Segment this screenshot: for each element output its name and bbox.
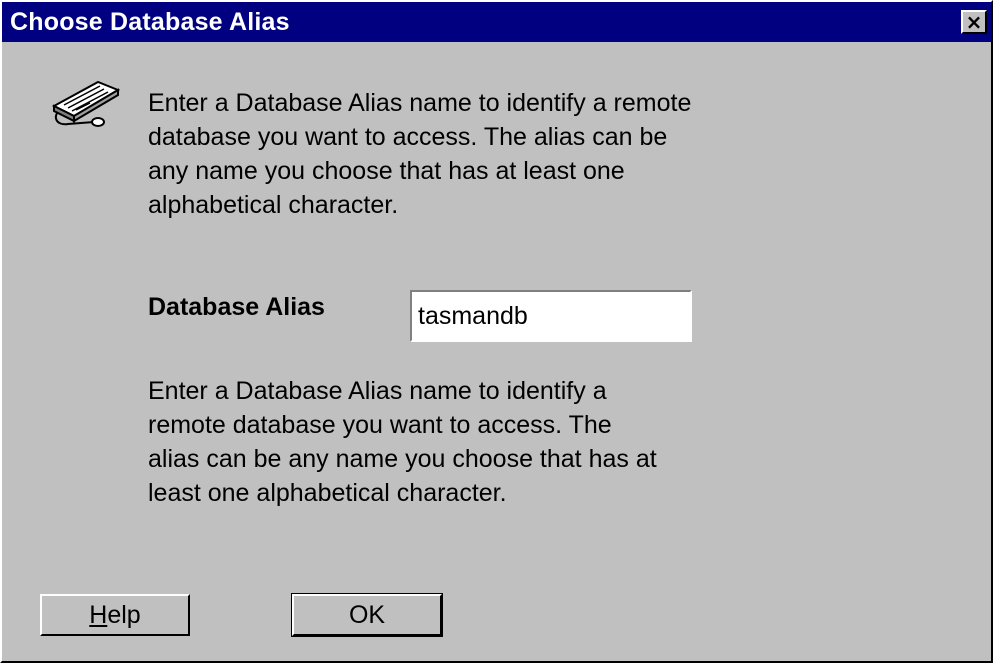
database-alias-label: Database Alias: [148, 293, 325, 321]
title-bar: Choose Database Alias ×: [2, 2, 991, 42]
keyboard-terminal-icon: [51, 80, 121, 127]
help-line: least one alphabetical character.: [148, 479, 507, 507]
ok-button[interactable]: OK: [291, 593, 443, 637]
help-button-label: elp: [107, 600, 141, 629]
choose-database-alias-dialog: Choose Database Alias × Enter a Database…: [0, 0, 993, 663]
intro-line: Enter a Database Alias name to identify …: [148, 89, 692, 117]
intro-text: Enter a Database Alias name to identify …: [148, 86, 768, 222]
help-button[interactable]: Help: [40, 594, 190, 636]
close-button[interactable]: ×: [961, 10, 987, 34]
help-mnemonic: H: [89, 600, 108, 629]
intro-line: any name you choose that has at least on…: [148, 157, 625, 185]
window-title: Choose Database Alias: [10, 7, 290, 36]
help-text: Enter a Database Alias name to identify …: [148, 374, 718, 510]
help-line: remote database you want to access. The: [148, 411, 612, 439]
help-line: alias can be any name you choose that ha…: [148, 445, 657, 473]
database-alias-input[interactable]: [410, 290, 692, 342]
close-icon: ×: [965, 10, 983, 34]
intro-line: alphabetical character.: [148, 191, 399, 219]
help-line: Enter a Database Alias name to identify …: [148, 377, 607, 405]
intro-line: database you want to access. The alias c…: [148, 123, 668, 151]
